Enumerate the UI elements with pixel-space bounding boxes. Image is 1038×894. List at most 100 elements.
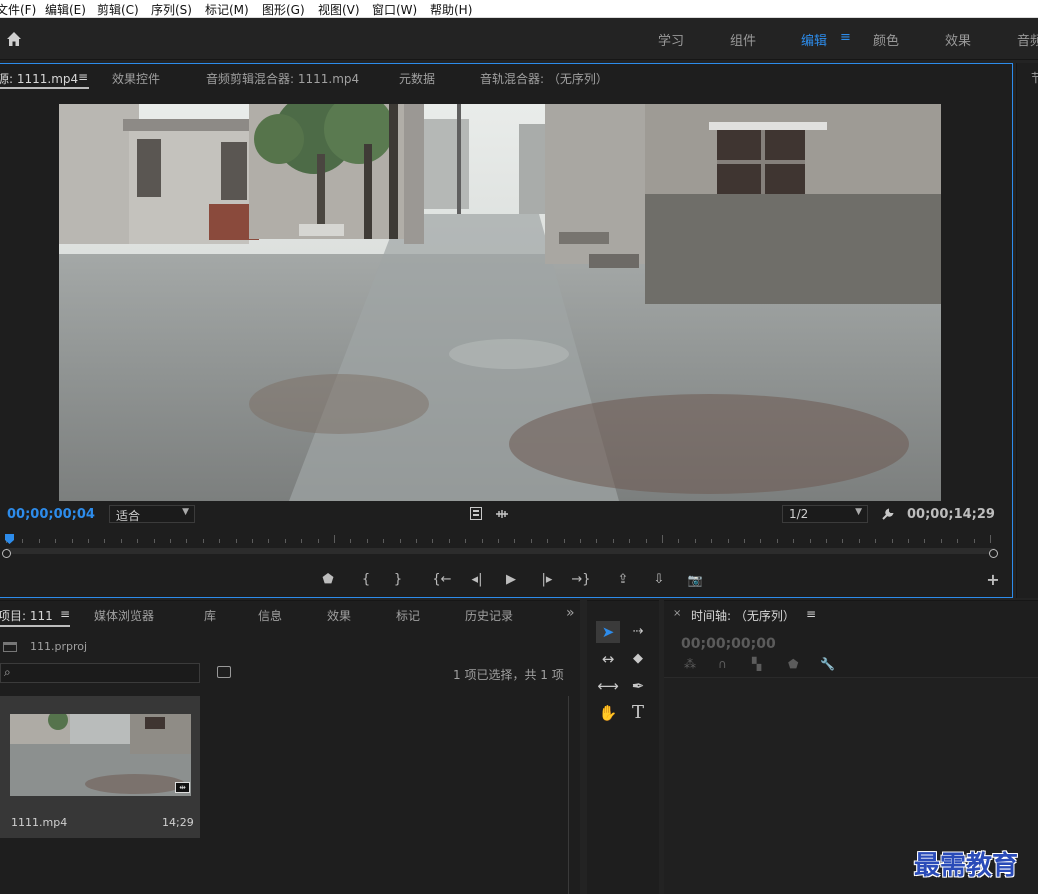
ruler-tick: [858, 539, 860, 543]
project-search-input[interactable]: ⌕: [0, 663, 200, 683]
go-to-in-button[interactable]: {←: [430, 572, 454, 588]
tab-audio-track-mixer[interactable]: 音轨混合器: （无序列）: [480, 70, 608, 87]
search-icon: ⌕: [4, 665, 11, 679]
more-tabs-icon[interactable]: »: [566, 605, 575, 621]
ruler-tick: [383, 539, 385, 543]
selection-tool[interactable]: ➤: [596, 621, 620, 643]
safe-margins-icon[interactable]: [470, 507, 482, 520]
workspace-menu-icon[interactable]: ≡: [840, 30, 851, 45]
clip-thumbnail-card[interactable]: ⇹ 1111.mp4 14;29: [0, 696, 200, 838]
source-monitor-panel: 源: 1111.mp4 ≡ 效果控件 音频剪辑混合器: 1111.mp4 元数据…: [0, 63, 1013, 598]
export-frame-button[interactable]: 📷: [684, 572, 706, 588]
new-search-bin-icon[interactable]: [217, 666, 231, 678]
active-tab-indicator: [0, 87, 89, 89]
tab-program[interactable]: 节: [1031, 69, 1038, 86]
tab-effect-controls[interactable]: 效果控件: [112, 70, 160, 87]
tab-media-browser[interactable]: 媒体浏览器: [94, 607, 154, 624]
mark-in-button[interactable]: {: [358, 572, 374, 588]
tab-info[interactable]: 信息: [258, 607, 282, 624]
ruler-tick: [170, 539, 171, 543]
clip-name: 1111.mp4: [11, 816, 68, 829]
add-marker-button[interactable]: ⬟: [320, 572, 336, 588]
wrench-icon[interactable]: [881, 507, 895, 521]
ruler-tick: [596, 539, 598, 543]
insert-button[interactable]: ⇪: [612, 572, 634, 588]
linked-selection-icon[interactable]: ▚: [752, 657, 761, 671]
close-icon[interactable]: ×: [673, 608, 681, 619]
workspace-tab-assembly[interactable]: 组件: [730, 30, 756, 49]
tab-effects[interactable]: 效果: [327, 607, 351, 624]
ruler-tick: [908, 539, 909, 543]
source-time-ruler[interactable]: [6, 532, 996, 546]
menu-clip[interactable]: 剪辑(C): [97, 1, 139, 18]
slip-tool[interactable]: ⟷: [596, 675, 620, 697]
step-forward-button[interactable]: |▸: [536, 572, 558, 588]
source-panel-menu-icon[interactable]: ≡: [78, 70, 88, 84]
menu-help[interactable]: 帮助(H): [430, 1, 472, 18]
source-current-timecode[interactable]: 00;00;00;04: [7, 507, 95, 522]
ruler-tick: [465, 539, 467, 543]
project-panel-menu-icon[interactable]: ≡: [60, 607, 70, 621]
button-editor-button[interactable]: +: [984, 572, 1002, 588]
workspace-tab-color[interactable]: 颜色: [873, 30, 899, 49]
menu-edit[interactable]: 编辑(E): [45, 1, 86, 18]
type-tool[interactable]: T: [626, 702, 650, 724]
ruler-tick: [350, 539, 352, 543]
menu-bar: 文件(F) 编辑(E) 剪辑(C) 序列(S) 标记(M) 图形(G) 视图(V…: [0, 0, 1038, 18]
timeline-timecode[interactable]: 00;00;00;00: [681, 636, 776, 652]
menu-marker[interactable]: 标记(M): [205, 1, 249, 18]
track-select-tool[interactable]: ⇢: [626, 621, 650, 643]
ruler-tick: [662, 535, 663, 543]
tab-source[interactable]: 源: 1111.mp4: [0, 70, 78, 87]
clip-thumbnail[interactable]: [10, 714, 191, 796]
workspace-tab-editing[interactable]: 编辑: [801, 30, 827, 49]
step-back-button[interactable]: ◂|: [466, 572, 488, 588]
ruler-tick: [826, 539, 827, 543]
ruler-tick: [875, 539, 877, 543]
play-button[interactable]: ▶: [502, 572, 520, 588]
ruler-tick: [317, 539, 319, 543]
timeline-panel-menu-icon[interactable]: ≡: [806, 607, 816, 621]
ruler-tick: [711, 539, 713, 543]
tab-audio-clip-mixer[interactable]: 音频剪辑混合器: 1111.mp4: [206, 70, 359, 87]
menu-view[interactable]: 视图(V): [318, 1, 360, 18]
zoom-scrollbar-left-handle[interactable]: [2, 549, 11, 558]
overwrite-button[interactable]: ⇩: [648, 572, 670, 588]
workspace-tab-learn[interactable]: 学习: [658, 30, 684, 49]
drag-video-audio-icon[interactable]: [495, 509, 509, 519]
add-marker-icon[interactable]: ⬟: [788, 657, 798, 671]
tab-project[interactable]: 项目: 111: [0, 607, 53, 624]
home-icon[interactable]: [5, 30, 23, 48]
menu-sequence[interactable]: 序列(S): [151, 1, 192, 18]
workspace-tab-audio[interactable]: 音频: [1017, 30, 1038, 49]
video-frame[interactable]: [59, 104, 941, 501]
ruler-tick: [268, 539, 270, 543]
tab-timeline[interactable]: 时间轴: （无序列）: [691, 607, 795, 624]
razor-tool[interactable]: ◆: [626, 648, 650, 670]
mark-out-button[interactable]: }: [390, 572, 406, 588]
project-scrollbar[interactable]: [568, 696, 569, 894]
tab-markers[interactable]: 标记: [396, 607, 420, 624]
ruler-tick: [481, 539, 483, 543]
menu-window[interactable]: 窗口(W): [372, 1, 417, 18]
menu-file[interactable]: 文件(F): [0, 1, 36, 18]
tab-metadata[interactable]: 元数据: [399, 70, 435, 87]
timeline-settings-wrench-icon[interactable]: 🔧: [820, 657, 835, 671]
tab-history[interactable]: 历史记录: [465, 607, 513, 624]
zoom-scrollbar-right-handle[interactable]: [989, 549, 998, 558]
ripple-edit-tool[interactable]: ↔: [596, 648, 620, 670]
ruler-tick: [153, 539, 155, 543]
hand-tool[interactable]: ✋: [596, 702, 620, 724]
menu-graphics[interactable]: 图形(G): [262, 1, 305, 18]
pen-tool[interactable]: ✒: [626, 675, 650, 697]
source-zoom-scrollbar[interactable]: [6, 548, 995, 554]
snap-magnet-icon[interactable]: ∩: [718, 657, 727, 671]
tab-libraries[interactable]: 库: [204, 607, 216, 624]
zoom-fit-dropdown[interactable]: 适合 ▼: [109, 505, 195, 523]
playback-resolution-dropdown[interactable]: 1/2 ▼: [782, 505, 868, 523]
nest-icon[interactable]: ⁂: [684, 657, 696, 671]
workspace-tab-effects[interactable]: 效果: [945, 30, 971, 49]
ruler-tick: [694, 539, 696, 543]
ruler-tick: [514, 539, 516, 543]
go-to-out-button[interactable]: →}: [569, 572, 593, 588]
